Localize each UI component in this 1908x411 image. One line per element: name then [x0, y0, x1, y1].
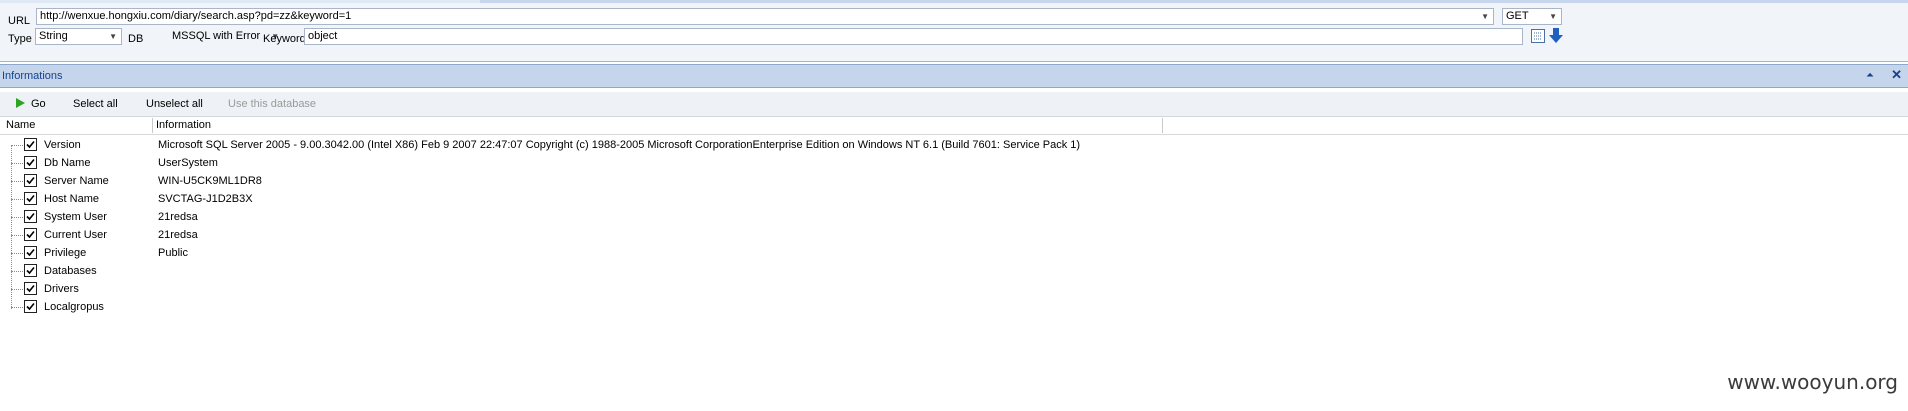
- row-name: Privilege: [44, 247, 87, 259]
- tree-connector: [11, 271, 23, 272]
- row-checkbox[interactable]: [24, 264, 37, 277]
- row-information: 21redsa: [158, 211, 198, 223]
- row-checkbox[interactable]: [24, 246, 37, 259]
- row-name: Current User: [44, 229, 107, 241]
- chevron-down-icon[interactable]: ▼: [109, 29, 117, 44]
- row-name: Db Name: [44, 157, 91, 169]
- informations-panel-header: Informations ⏶ ✕: [0, 64, 1908, 88]
- row-checkbox[interactable]: [24, 228, 37, 241]
- chevron-down-icon[interactable]: ▼: [1549, 9, 1557, 24]
- row-name: Server Name: [44, 175, 109, 187]
- db-label: DB: [128, 33, 144, 45]
- row-checkbox[interactable]: [24, 300, 37, 313]
- chevron-down-icon[interactable]: ▼: [1481, 9, 1489, 24]
- row-name: System User: [44, 211, 107, 223]
- watermark: www.wooyun.org: [1727, 370, 1898, 394]
- row-information: SVCTAG-J1D2B3X: [158, 193, 253, 205]
- tree-connector: [11, 253, 23, 254]
- row-checkbox[interactable]: [24, 156, 37, 169]
- play-icon: [16, 98, 25, 108]
- row-checkbox[interactable]: [24, 192, 37, 205]
- tree-row[interactable]: Server Name WIN-U5CK9ML1DR8: [0, 172, 1200, 190]
- options-icon[interactable]: [1531, 29, 1547, 45]
- keyword-label: Keyword: [263, 33, 306, 45]
- url-value: http://wenxue.hongxiu.com/diary/search.a…: [40, 10, 352, 22]
- row-information: 21redsa: [158, 229, 198, 241]
- go-label: Go: [31, 98, 46, 110]
- type-value: String: [39, 30, 68, 42]
- go-button[interactable]: Go: [16, 92, 46, 116]
- use-database-button[interactable]: Use this database: [228, 92, 316, 116]
- row-name: Localgropus: [44, 301, 104, 313]
- column-name-header[interactable]: Name: [6, 117, 35, 134]
- row-checkbox[interactable]: [24, 210, 37, 223]
- tree-row[interactable]: Privilege Public: [0, 244, 1200, 262]
- url-input[interactable]: http://wenxue.hongxiu.com/diary/search.a…: [36, 8, 1494, 25]
- row-information: Public: [158, 247, 188, 259]
- row-information: Microsoft SQL Server 2005 - 9.00.3042.00…: [158, 139, 1081, 151]
- tree-connector: [11, 163, 23, 164]
- tree-row[interactable]: Version Microsoft SQL Server 2005 - 9.00.…: [0, 136, 1200, 154]
- tree-connector: [11, 145, 23, 146]
- injection-toolbar: URL http://wenxue.hongxiu.com/diary/sear…: [0, 3, 1908, 62]
- tree-row[interactable]: Databases: [0, 262, 1200, 280]
- download-arrow-icon[interactable]: [1549, 28, 1565, 44]
- url-label: URL: [8, 15, 31, 27]
- row-checkbox[interactable]: [24, 174, 37, 187]
- command-bar: Go Select all Unselect all Use this data…: [0, 92, 1908, 117]
- row-checkbox[interactable]: [24, 282, 37, 295]
- tree-row[interactable]: Host Name SVCTAG-J1D2B3X: [0, 190, 1200, 208]
- tree-connector: [11, 181, 23, 182]
- row-checkbox[interactable]: [24, 138, 37, 151]
- method-value: GET: [1506, 10, 1529, 22]
- close-icon[interactable]: ✕: [1891, 67, 1902, 83]
- pin-icon[interactable]: ⏶: [1866, 70, 1874, 81]
- column-header: Name Information: [0, 117, 1908, 135]
- column-divider[interactable]: [1162, 118, 1163, 133]
- row-information: WIN-U5CK9ML1DR8: [158, 175, 262, 187]
- column-divider[interactable]: [152, 118, 153, 133]
- tree-row[interactable]: System User 21redsa: [0, 208, 1200, 226]
- row-name: Drivers: [44, 283, 79, 295]
- row-name: Host Name: [44, 193, 100, 205]
- method-select[interactable]: GET ▼: [1502, 8, 1562, 25]
- tree-row[interactable]: Drivers: [0, 280, 1200, 298]
- panel-title: Informations: [2, 70, 63, 82]
- tree-row[interactable]: Current User 21redsa: [0, 226, 1200, 244]
- keyword-value: object: [308, 30, 338, 42]
- tree-row[interactable]: Db Name UserSystem: [0, 154, 1200, 172]
- row-information: UserSystem: [158, 157, 218, 169]
- tree-connector: [11, 289, 23, 290]
- tree-connector: [11, 307, 23, 308]
- type-label: Type: [8, 33, 32, 45]
- unselect-all-button[interactable]: Unselect all: [146, 92, 203, 116]
- column-information-header[interactable]: Information: [156, 117, 211, 134]
- tree-connector: [11, 217, 23, 218]
- tree-connector: [11, 199, 23, 200]
- select-all-button[interactable]: Select all: [73, 92, 118, 116]
- type-select[interactable]: String ▼: [35, 28, 122, 45]
- keyword-input[interactable]: object: [304, 28, 1523, 45]
- row-name: Databases: [44, 265, 97, 277]
- db-value: MSSQL with Error: [172, 30, 261, 42]
- tree-row[interactable]: Localgropus: [0, 298, 1200, 316]
- tree-connector: [11, 235, 23, 236]
- row-name: Version: [44, 139, 81, 151]
